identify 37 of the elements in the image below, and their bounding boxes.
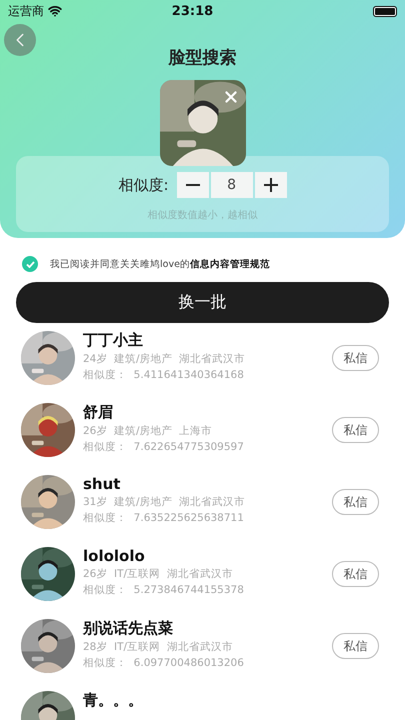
user-name: 丁丁小主 xyxy=(83,331,144,350)
agreement-text: 我已阅读并同意关关雎鸠love的信息内容管理规范 xyxy=(50,258,270,270)
battery-icon xyxy=(373,6,397,16)
user-details: 26岁 建筑/房地产 上海市 xyxy=(83,424,214,438)
carrier-name: 运营商 xyxy=(8,2,44,20)
message-button[interactable]: 私信 xyxy=(332,417,379,443)
plus-icon xyxy=(264,178,278,192)
message-button[interactable]: 私信 xyxy=(332,561,379,587)
user-name: shut xyxy=(83,475,122,493)
agree-checkbox[interactable] xyxy=(22,256,38,272)
similarity-label: 相似度: xyxy=(118,176,169,194)
minus-icon xyxy=(186,184,200,186)
back-button[interactable] xyxy=(4,24,36,56)
similarity-score: 相似度： 5.411641340364168 xyxy=(83,368,245,382)
user-details: 31岁 建筑/房地产 湖北省武汉市 xyxy=(83,495,246,509)
check-icon xyxy=(26,260,34,268)
status-time: 23:18 xyxy=(170,4,214,18)
user-name: lolololo xyxy=(83,547,146,565)
similarity-field[interactable]: 8 xyxy=(210,172,253,198)
user-name: 别说话先点菜 xyxy=(83,619,174,638)
plus-button[interactable] xyxy=(254,172,287,198)
message-button[interactable]: 私信 xyxy=(332,633,379,659)
page-title: 脸型搜索 xyxy=(167,46,238,68)
refresh-button[interactable]: 换一批 xyxy=(16,282,389,323)
message-button[interactable]: 私信 xyxy=(332,489,379,515)
user-details: 26岁 IT/互联网 湖北省武汉市 xyxy=(83,567,234,581)
similarity-score: 相似度： 7.635225625638711 xyxy=(83,511,245,525)
user-name: 青。。。 xyxy=(83,691,144,710)
minus-button[interactable] xyxy=(176,172,209,198)
similarity-score: 相似度： 5.273846744155378 xyxy=(83,583,245,597)
wifi-icon xyxy=(48,4,62,18)
user-details: 24岁 建筑/房地产 湖北省武汉市 xyxy=(83,352,246,366)
user-name: 舒眉 xyxy=(83,403,114,422)
user-details: 28岁 IT/互联网 湖北省武汉市 xyxy=(83,640,234,654)
similarity-score: 相似度： 6.097700486013206 xyxy=(83,656,245,670)
similarity-score: 相似度： 7.622654775309597 xyxy=(83,440,245,454)
message-button[interactable]: 私信 xyxy=(332,345,379,371)
